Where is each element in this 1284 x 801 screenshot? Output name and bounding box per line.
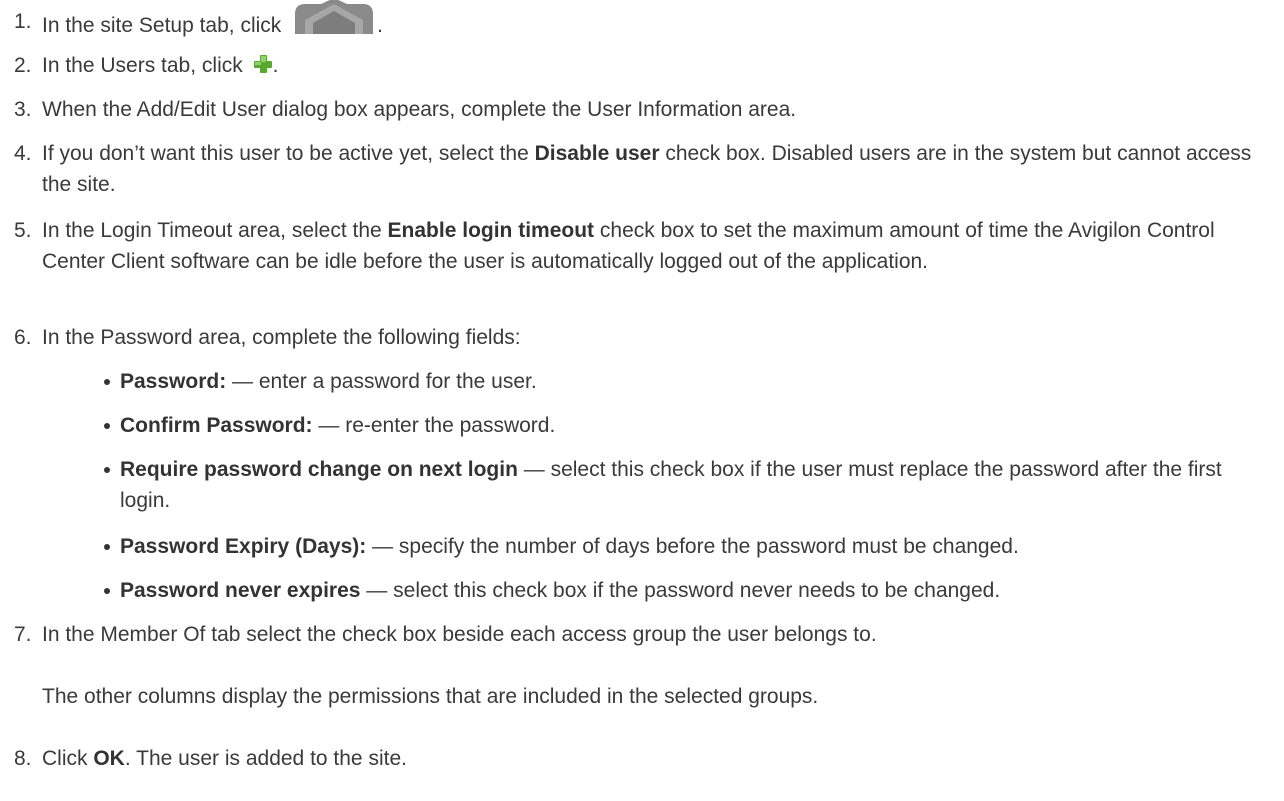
- field-name: Confirm Password:: [120, 414, 313, 437]
- field-name: Require password change on next login: [120, 458, 518, 481]
- note-text: The other columns display the permission…: [42, 685, 819, 708]
- step-2: 2. In the Users tab, click .: [14, 50, 1269, 81]
- step-number: 5.: [14, 219, 32, 242]
- add-icon[interactable]: [253, 54, 273, 74]
- list-item: Confirm Password: — re-enter the passwor…: [104, 410, 1269, 441]
- step-text: In the Member Of tab select the check bo…: [42, 623, 877, 646]
- setup-tab-icon[interactable]: [291, 0, 377, 36]
- field-name: Password Expiry (Days):: [120, 535, 367, 558]
- step-text: Click: [42, 747, 94, 770]
- field-description: — enter a password for the user.: [226, 370, 537, 393]
- step-3: 3. When the Add/Edit User dialog box app…: [14, 94, 1269, 125]
- step-text: In the Login Timeout area, select the: [42, 219, 388, 242]
- bullet-icon: [104, 467, 110, 473]
- bullet-icon: [104, 544, 110, 550]
- step-text-end: . The user is added to the site.: [124, 747, 407, 770]
- step-text: In the Users tab, click: [42, 54, 249, 77]
- ui-term-enable-login-timeout: Enable login timeout: [387, 219, 595, 242]
- step-6: 6. In the Password area, complete the fo…: [14, 322, 1269, 353]
- list-item: Require password change on next login — …: [104, 454, 1269, 516]
- step-text-end: .: [377, 14, 383, 37]
- step-number: 7.: [14, 623, 32, 646]
- step-7-note: The other columns display the permission…: [14, 681, 1269, 712]
- step-text-end: .: [272, 54, 279, 77]
- list-item: Password never expires — select this che…: [104, 575, 1269, 606]
- step-1: 1. In the site Setup tab, click .: [14, 0, 1269, 41]
- step-text: In the site Setup tab, click: [42, 14, 288, 37]
- step-5: 5. In the Login Timeout area, select the…: [14, 215, 1269, 277]
- step-text: If you don’t want this user to be active…: [42, 142, 535, 165]
- step-number: 2.: [14, 54, 32, 77]
- step-number: 8.: [14, 747, 32, 770]
- document: 1. In the site Setup tab, click . 2. In …: [0, 0, 1284, 801]
- field-description: — specify the number of days before the …: [366, 535, 1019, 558]
- field-name: Password never expires: [120, 579, 361, 602]
- field-description: — re-enter the password.: [312, 414, 556, 437]
- step-7: 7. In the Member Of tab select the check…: [14, 619, 1269, 650]
- step-4: 4. If you don’t want this user to be act…: [14, 138, 1269, 200]
- bullet-icon: [104, 379, 110, 385]
- step-number: 4.: [14, 142, 32, 165]
- field-name: Password:: [120, 370, 227, 393]
- list-item: Password: — enter a password for the use…: [104, 366, 1269, 397]
- bullet-icon: [104, 588, 110, 594]
- bullet-icon: [104, 423, 110, 429]
- ui-term-disable-user: Disable user: [534, 142, 660, 165]
- field-description: — select this check box if the password …: [360, 579, 1001, 602]
- step-8: 8. Click OK. The user is added to the si…: [14, 743, 1269, 774]
- step-number: 3.: [14, 98, 32, 121]
- step-text: In the Password area, complete the follo…: [42, 326, 521, 349]
- step-text: When the Add/Edit User dialog box appear…: [42, 98, 797, 121]
- step-number: 1.: [14, 10, 32, 33]
- list-item: Password Expiry (Days): — specify the nu…: [104, 531, 1269, 562]
- step-number: 6.: [14, 326, 32, 349]
- ok-button-label: OK: [93, 747, 125, 770]
